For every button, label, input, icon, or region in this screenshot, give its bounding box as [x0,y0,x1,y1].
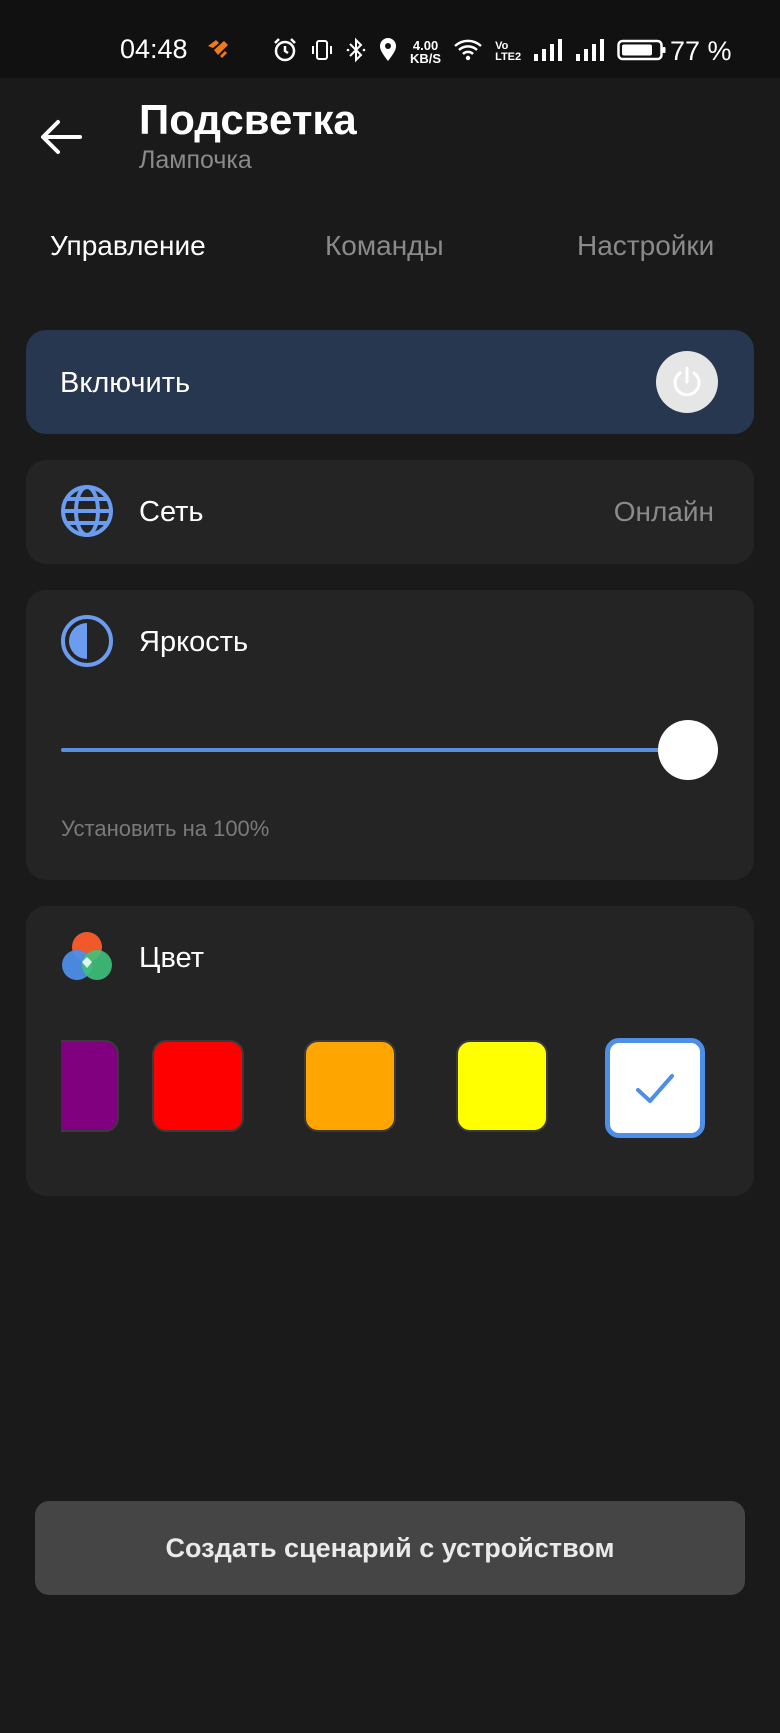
status-icons: 4.00 KB/S Vo LTE2 [272,36,667,68]
battery-percent: 77 % [670,36,732,66]
brightness-card: Яркость Установить на 100% [26,590,754,880]
back-button[interactable] [38,114,84,160]
checkmark-icon [636,1074,674,1103]
swatch-purple-clip [61,1040,121,1136]
alarm-icon [272,37,298,68]
location-icon [378,37,398,68]
color-swatch-purple[interactable] [61,1040,119,1132]
signal-icon-sim2 [575,38,605,67]
color-palette-icon [60,930,114,989]
vibrate-icon [310,38,334,67]
power-card[interactable]: Включить [26,330,754,434]
color-swatch-orange[interactable] [304,1040,396,1132]
speed-unit: KB/S [410,51,442,66]
power-toggle[interactable] [656,351,718,413]
globe-icon [60,484,114,543]
battery-icon [617,38,667,67]
tab-commands[interactable]: Команды [325,230,444,262]
brightness-slider-thumb[interactable] [658,720,718,780]
color-card: Цвет [26,906,754,1196]
volte-bottom: LTE2 [495,51,522,63]
status-time: 04:48 [120,34,188,64]
brightness-icon [60,614,114,673]
create-scenario-button[interactable]: Создать сценарий с устройством [35,1501,745,1595]
power-icon [673,366,701,397]
app-notification-icon [205,38,231,65]
page-subtitle: Лампочка [139,146,252,174]
color-swatch-white[interactable] [605,1038,705,1138]
color-swatch-red[interactable] [152,1040,244,1132]
page-title: Подсветка [139,96,357,143]
arrow-left-icon [41,120,82,154]
volte-indicator: Vo LTE2 [495,41,521,63]
brightness-label: Яркость [139,626,249,658]
brightness-slider-track[interactable] [61,748,686,752]
color-label: Цвет [139,942,204,974]
tab-settings[interactable]: Настройки [577,230,714,262]
network-label: Сеть [139,496,204,528]
status-bar: 04:48 4.00 KB/S Vo LTE2 77 % [0,0,780,78]
network-card: Сеть Онлайн [26,460,754,564]
network-speed: 4.00 KB/S [410,39,441,65]
tab-control[interactable]: Управление [50,230,206,262]
color-swatch-yellow[interactable] [456,1040,548,1132]
network-status: Онлайн [613,496,714,527]
bluetooth-icon [346,37,366,68]
signal-icon-sim1 [533,38,563,67]
brightness-hint: Установить на 100% [61,816,270,841]
power-label: Включить [60,367,191,399]
wifi-icon [453,38,483,67]
